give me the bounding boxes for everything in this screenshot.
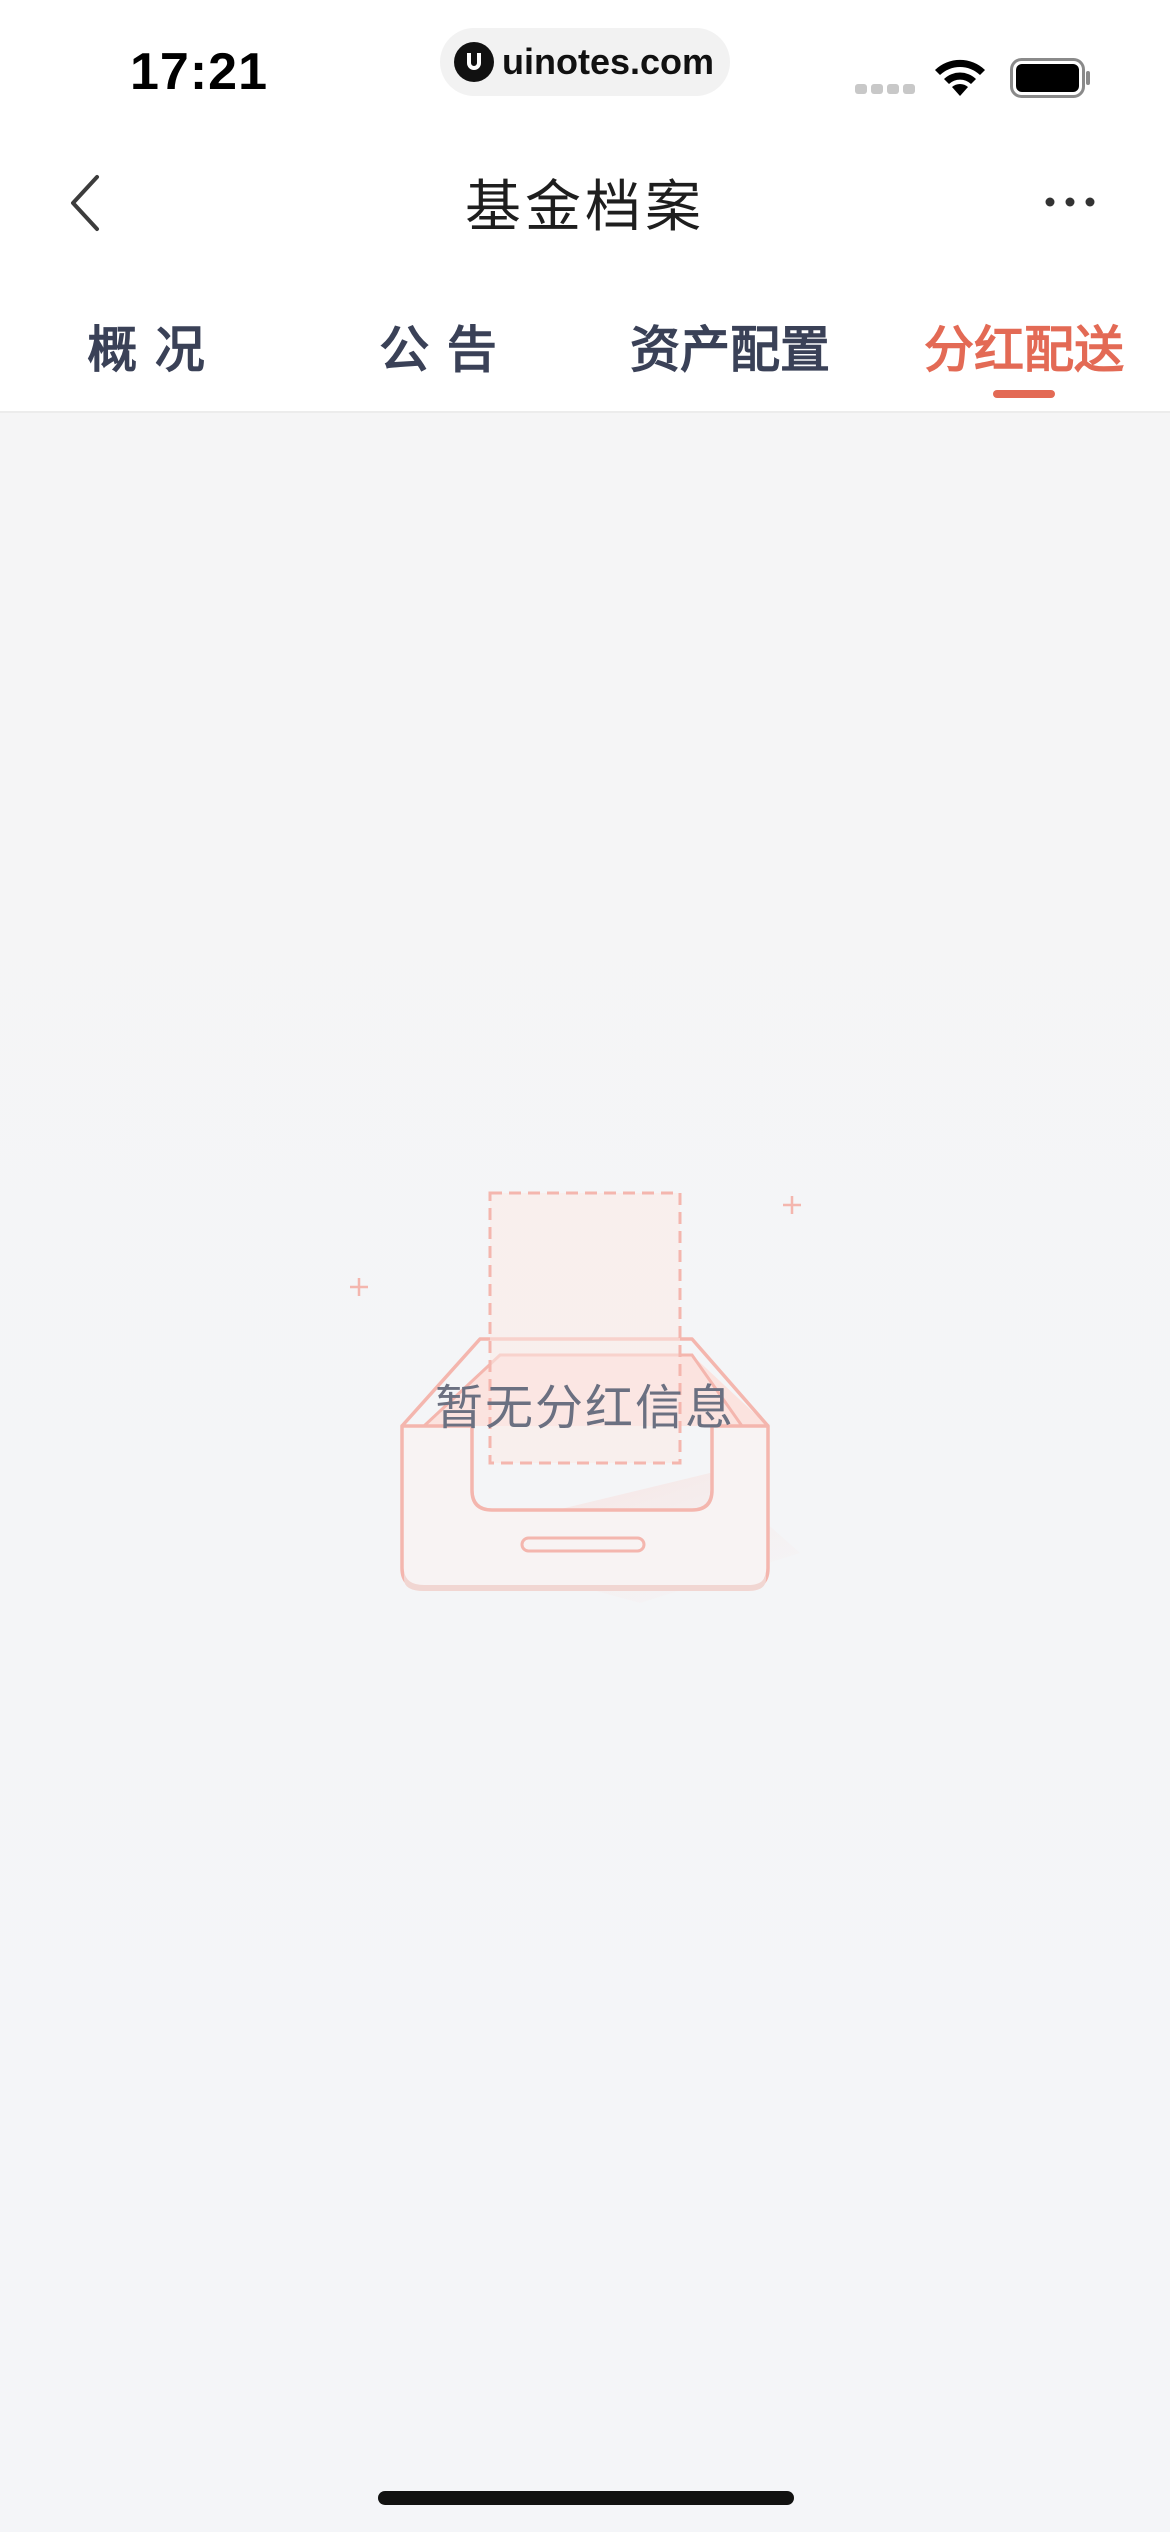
tab-announcements[interactable]: 公 告 <box>292 310 584 379</box>
home-indicator <box>378 2491 794 2505</box>
status-time: 17:21 <box>130 43 268 101</box>
status-bar: 17:21 uinotes.com <box>0 0 1170 140</box>
url-text: uinotes.com <box>502 41 715 82</box>
empty-state-message: 暂无分红信息 <box>434 1380 735 1436</box>
battery-icon <box>1010 58 1090 98</box>
url-pill[interactable]: uinotes.com <box>440 28 730 96</box>
tab-bar: 概 况 公 告 资产配置 分红配送 <box>0 260 1170 413</box>
more-horizontal-icon <box>1045 197 1095 207</box>
more-button[interactable] <box>1035 180 1105 224</box>
site-logo-icon <box>454 42 494 82</box>
content-area: 暂无分红信息 <box>0 413 1170 2532</box>
tab-asset-allocation[interactable]: 资产配置 <box>584 310 876 379</box>
page-title: 基金档案 <box>465 175 705 240</box>
tab-overview[interactable]: 概 况 <box>0 310 292 379</box>
active-tab-indicator <box>993 390 1055 398</box>
tab-dividends[interactable]: 分红配送 <box>878 310 1170 379</box>
cellular-signal-icon <box>855 84 915 94</box>
nav-bar: 基金档案 <box>0 140 1170 260</box>
empty-inbox-icon <box>350 1191 801 1603</box>
wifi-icon <box>935 59 985 96</box>
